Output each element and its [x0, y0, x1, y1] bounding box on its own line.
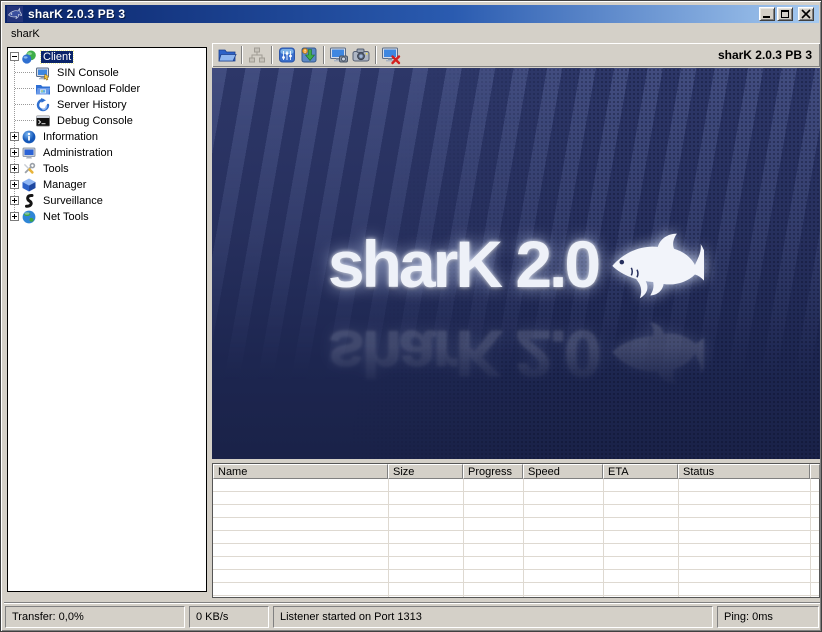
tree-item-client[interactable]: Client [8, 49, 206, 65]
expand-plus-icon[interactable] [10, 148, 19, 157]
expand-plus-icon[interactable] [10, 132, 19, 141]
menu-bar: sharK [4, 24, 820, 44]
tree-item-net-tools[interactable]: Net Tools [8, 209, 206, 225]
tree-item-tools[interactable]: Tools [8, 161, 206, 177]
menu-item-shark[interactable]: sharK [4, 26, 47, 42]
server-history-icon [35, 97, 51, 113]
table-header: Name Size Progress Speed ETA Status [213, 464, 819, 479]
status-ping: Ping: 0ms [717, 606, 819, 628]
shark-silhouette-icon [608, 226, 704, 302]
column-header-status[interactable]: Status [678, 464, 810, 479]
column-header-speed[interactable]: Speed [523, 464, 603, 479]
column-header-name[interactable]: Name [213, 464, 388, 479]
toolbar-separator [323, 46, 325, 64]
users-settings-button[interactable] [276, 45, 298, 65]
net-tools-icon [21, 209, 37, 225]
tree-item-administration[interactable]: Administration [8, 145, 206, 161]
column-header-eta[interactable]: ETA [603, 464, 678, 479]
minimize-button[interactable] [759, 7, 775, 21]
app-window: sharK 2.0.3 PB 3 sharK [0, 0, 822, 632]
expand-plus-icon[interactable] [10, 212, 19, 221]
title-bar[interactable]: sharK 2.0.3 PB 3 [5, 5, 819, 23]
navigation-tree: Client SIN Console Download Folder [8, 48, 206, 591]
toolbar-separator [375, 46, 377, 64]
status-transfer: Transfer: 0,0% [5, 606, 185, 628]
close-button[interactable] [798, 7, 814, 21]
toolbar-separator [241, 46, 243, 64]
column-header-stub [810, 464, 820, 479]
tree-item-label[interactable]: Surveillance [41, 195, 105, 207]
logo: sharK 2.0 [212, 226, 820, 302]
close-listener-icon [381, 45, 401, 65]
tree-item-label[interactable]: Server History [55, 99, 129, 111]
tree-item-surveillance[interactable]: Surveillance [8, 193, 206, 209]
tree-item-manager[interactable]: Manager [8, 177, 206, 193]
tools-icon [21, 161, 37, 177]
banner: sharK 2.0 sharK 2.0 [212, 68, 820, 459]
download-folder-icon [35, 81, 51, 97]
tree-item-label[interactable]: Administration [41, 147, 115, 159]
maximize-icon [781, 10, 789, 18]
administration-icon [21, 145, 37, 161]
sitemap-icon [247, 45, 267, 65]
tree-item-label[interactable]: Information [41, 131, 100, 143]
logo-text: sharK 2.0 [328, 226, 598, 302]
tree-item-server-history[interactable]: Server History [8, 97, 206, 113]
open-folder-icon [217, 45, 237, 65]
tree-item-sin-console[interactable]: SIN Console [8, 65, 206, 81]
window-title: sharK 2.0.3 PB 3 [28, 7, 125, 21]
screen-capture-button[interactable] [328, 45, 350, 65]
status-bar: Transfer: 0,0% 0 KB/s Listener started o… [4, 602, 820, 630]
update-button[interactable] [298, 45, 320, 65]
tree-item-label[interactable]: Manager [41, 179, 88, 191]
table-body[interactable] [213, 479, 819, 597]
status-listener: Listener started on Port 1313 [273, 606, 713, 628]
tree-item-debug-console[interactable]: Debug Console [8, 113, 206, 129]
close-listener-button[interactable] [380, 45, 402, 65]
close-icon [801, 9, 811, 19]
tree-item-information[interactable]: Information [8, 129, 206, 145]
tree-item-label[interactable]: Debug Console [55, 115, 135, 127]
maximize-button[interactable] [777, 7, 793, 21]
surveillance-icon [21, 193, 37, 209]
client-icon [21, 49, 37, 65]
app-shark-icon [7, 6, 23, 22]
update-arrow-icon [299, 45, 319, 65]
information-icon [21, 129, 37, 145]
webcam-capture-icon [351, 45, 371, 65]
toolbar-version-label: sharK 2.0.3 PB 3 [718, 43, 812, 67]
expand-plus-icon[interactable] [10, 196, 19, 205]
toolbar: sharK 2.0.3 PB 3 [212, 43, 820, 67]
tree-item-label[interactable]: SIN Console [55, 67, 121, 79]
column-header-progress[interactable]: Progress [463, 464, 523, 479]
minimize-icon [763, 16, 770, 18]
tree-item-label[interactable]: Net Tools [41, 211, 91, 223]
tree-item-label[interactable]: Download Folder [55, 83, 142, 95]
column-header-size[interactable]: Size [388, 464, 463, 479]
webcam-capture-button[interactable] [350, 45, 372, 65]
navigation-tree-panel: Client SIN Console Download Folder [7, 47, 207, 592]
transfers-table: Name Size Progress Speed ETA Status [212, 463, 820, 598]
collapse-minus-icon[interactable] [10, 52, 19, 61]
open-folder-button[interactable] [216, 45, 238, 65]
manager-icon [21, 177, 37, 193]
screen-capture-icon [329, 45, 349, 65]
sitemap-button[interactable] [246, 45, 268, 65]
users-mixer-icon [277, 45, 297, 65]
logo-reflection: sharK 2.0 [212, 316, 820, 392]
sin-console-icon [35, 65, 51, 81]
expand-plus-icon[interactable] [10, 164, 19, 173]
expand-plus-icon[interactable] [10, 180, 19, 189]
tree-item-label[interactable]: Tools [41, 163, 71, 175]
status-speed: 0 KB/s [189, 606, 269, 628]
toolbar-separator [271, 46, 273, 64]
debug-console-icon [35, 113, 51, 129]
tree-item-download-folder[interactable]: Download Folder [8, 81, 206, 97]
tree-item-label[interactable]: Client [41, 51, 73, 63]
